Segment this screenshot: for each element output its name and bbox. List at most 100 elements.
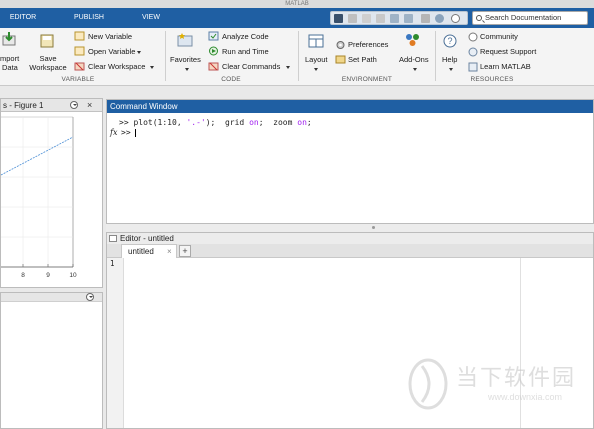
open-variable-icon [74, 46, 85, 56]
ribbon: mport Data Save Workspace New Variable O… [0, 28, 594, 86]
save-workspace-button[interactable]: Save Workspace [28, 54, 68, 72]
minimize-icon[interactable] [109, 235, 117, 242]
chevron-down-icon [137, 50, 142, 54]
chevron-down-icon[interactable] [70, 101, 78, 109]
function-browser-icon[interactable]: fx [110, 128, 117, 137]
cmd-string: '.-' [186, 118, 206, 127]
learn-matlab-link[interactable]: Learn MATLAB [480, 62, 531, 71]
figure-axes[interactable]: 8 9 10 [1, 113, 102, 287]
save-icon[interactable] [334, 14, 343, 23]
switch-windows-icon[interactable] [421, 14, 430, 23]
analyze-code-icon [208, 31, 219, 41]
workspace-panel [0, 292, 103, 429]
cut-icon[interactable] [348, 14, 357, 23]
layout-button[interactable]: Layout [305, 55, 328, 64]
line-number-gutter: 1 [107, 258, 124, 428]
clear-workspace-icon [74, 62, 85, 71]
cmd-text-b: ); grid [205, 118, 250, 127]
command-history-line: >> plot(1:10, '.-'); grid on; zoom on; [119, 118, 312, 127]
figure-panel-title: s - Figure 1 × [1, 99, 102, 112]
run-and-time-button[interactable]: Run and Time [222, 47, 269, 56]
favorites-button[interactable]: Favorites [170, 55, 201, 64]
chevron-down-icon [185, 68, 189, 71]
cmd-keyword-on-1: on [249, 118, 259, 127]
panel-splitter[interactable] [106, 224, 594, 232]
quick-access-area: Search Documentation [324, 8, 594, 28]
new-variable-button[interactable]: New Variable [88, 32, 132, 41]
import-label-2: Data [2, 63, 18, 72]
cmd-text-d: ; [306, 118, 312, 127]
command-window[interactable]: Command Window >> plot(1:10, '.-'); grid… [106, 99, 594, 224]
prompt: >> [121, 128, 131, 137]
group-label-code: CODE [221, 76, 241, 83]
redo-icon[interactable] [404, 14, 413, 23]
watermark: 当下软件园 www.downxia.com [406, 356, 594, 416]
tab-untitled-label: untitled [128, 247, 154, 256]
tab-editor[interactable]: EDITOR [0, 8, 46, 28]
cmd-text-a: plot(1:10, [133, 118, 187, 127]
layout-icon [308, 34, 324, 48]
help-button[interactable]: Help [442, 55, 457, 64]
save-label-1: Save [39, 54, 57, 63]
community-icon [468, 32, 478, 42]
clear-workspace-label: Clear Workspace [88, 62, 146, 71]
svg-text:?: ? [447, 36, 452, 46]
chevron-down-icon [150, 65, 155, 69]
toolstrip-tabs: EDITOR PUBLISH VIEW Search Documentation [0, 8, 594, 28]
add-ons-icon [406, 34, 419, 46]
close-icon[interactable]: × [87, 99, 92, 111]
save-workspace-icon [40, 34, 54, 48]
x-tick-9: 9 [46, 272, 50, 279]
quick-access-toolbar [330, 11, 468, 25]
ribbon-divider [435, 31, 436, 81]
preferences-button[interactable]: Preferences [348, 40, 388, 49]
close-icon[interactable]: × [167, 245, 172, 258]
import-data-button[interactable]: mport Data [0, 54, 19, 72]
request-support-link[interactable]: Request Support [480, 47, 536, 56]
ribbon-divider [165, 31, 166, 81]
open-variable-button[interactable]: Open Variable [88, 47, 142, 56]
line-number: 1 [110, 259, 115, 268]
tab-view[interactable]: VIEW [128, 8, 174, 28]
editor-title: Editor - untitled [107, 233, 593, 244]
cmd-keyword-on-2: on [297, 118, 307, 127]
chevron-down-icon[interactable] [451, 14, 460, 23]
undo-icon[interactable] [390, 14, 399, 23]
search-input[interactable]: Search Documentation [472, 11, 588, 25]
request-support-icon [468, 47, 478, 57]
search-icon [476, 15, 482, 21]
group-label-resources: RESOURCES [470, 76, 514, 83]
add-tab-icon[interactable]: + [179, 245, 191, 257]
prompt: >> [119, 118, 129, 127]
preferences-icon [336, 41, 345, 49]
command-window-title: Command Window [107, 100, 593, 113]
editor-title-text: Editor - untitled [120, 234, 174, 243]
chevron-down-icon[interactable] [86, 293, 94, 301]
figure-panel: s - Figure 1 × 8 9 10 [0, 98, 103, 288]
clear-commands-label: Clear Commands [222, 62, 281, 71]
clear-workspace-button[interactable]: Clear Workspace [88, 62, 155, 71]
help-icon[interactable] [435, 14, 444, 23]
set-path-button[interactable]: Set Path [348, 55, 377, 64]
chevron-down-icon [413, 68, 417, 71]
community-link[interactable]: Community [480, 32, 518, 41]
tab-untitled[interactable]: untitled × [121, 244, 177, 258]
search-placeholder: Search Documentation [485, 13, 562, 22]
title-bar: MATLAB [0, 0, 594, 8]
copy-icon[interactable] [362, 14, 371, 23]
add-ons-button[interactable]: Add-Ons [399, 55, 429, 64]
analyze-code-button[interactable]: Analyze Code [222, 32, 269, 41]
watermark-url: www.downxia.com [488, 392, 563, 402]
clear-commands-button[interactable]: Clear Commands [222, 62, 291, 71]
splitter-grip [372, 226, 375, 229]
command-prompt-input[interactable]: >> [121, 128, 136, 137]
paste-icon[interactable] [376, 14, 385, 23]
new-variable-icon [74, 31, 85, 41]
set-path-icon [335, 55, 346, 64]
favorites-icon [177, 33, 193, 47]
watermark-logo-icon [408, 358, 448, 410]
run-and-time-icon [209, 46, 218, 56]
workspace-panel-header [1, 293, 102, 302]
chevron-down-icon [286, 65, 291, 69]
tab-publish[interactable]: PUBLISH [60, 8, 118, 28]
